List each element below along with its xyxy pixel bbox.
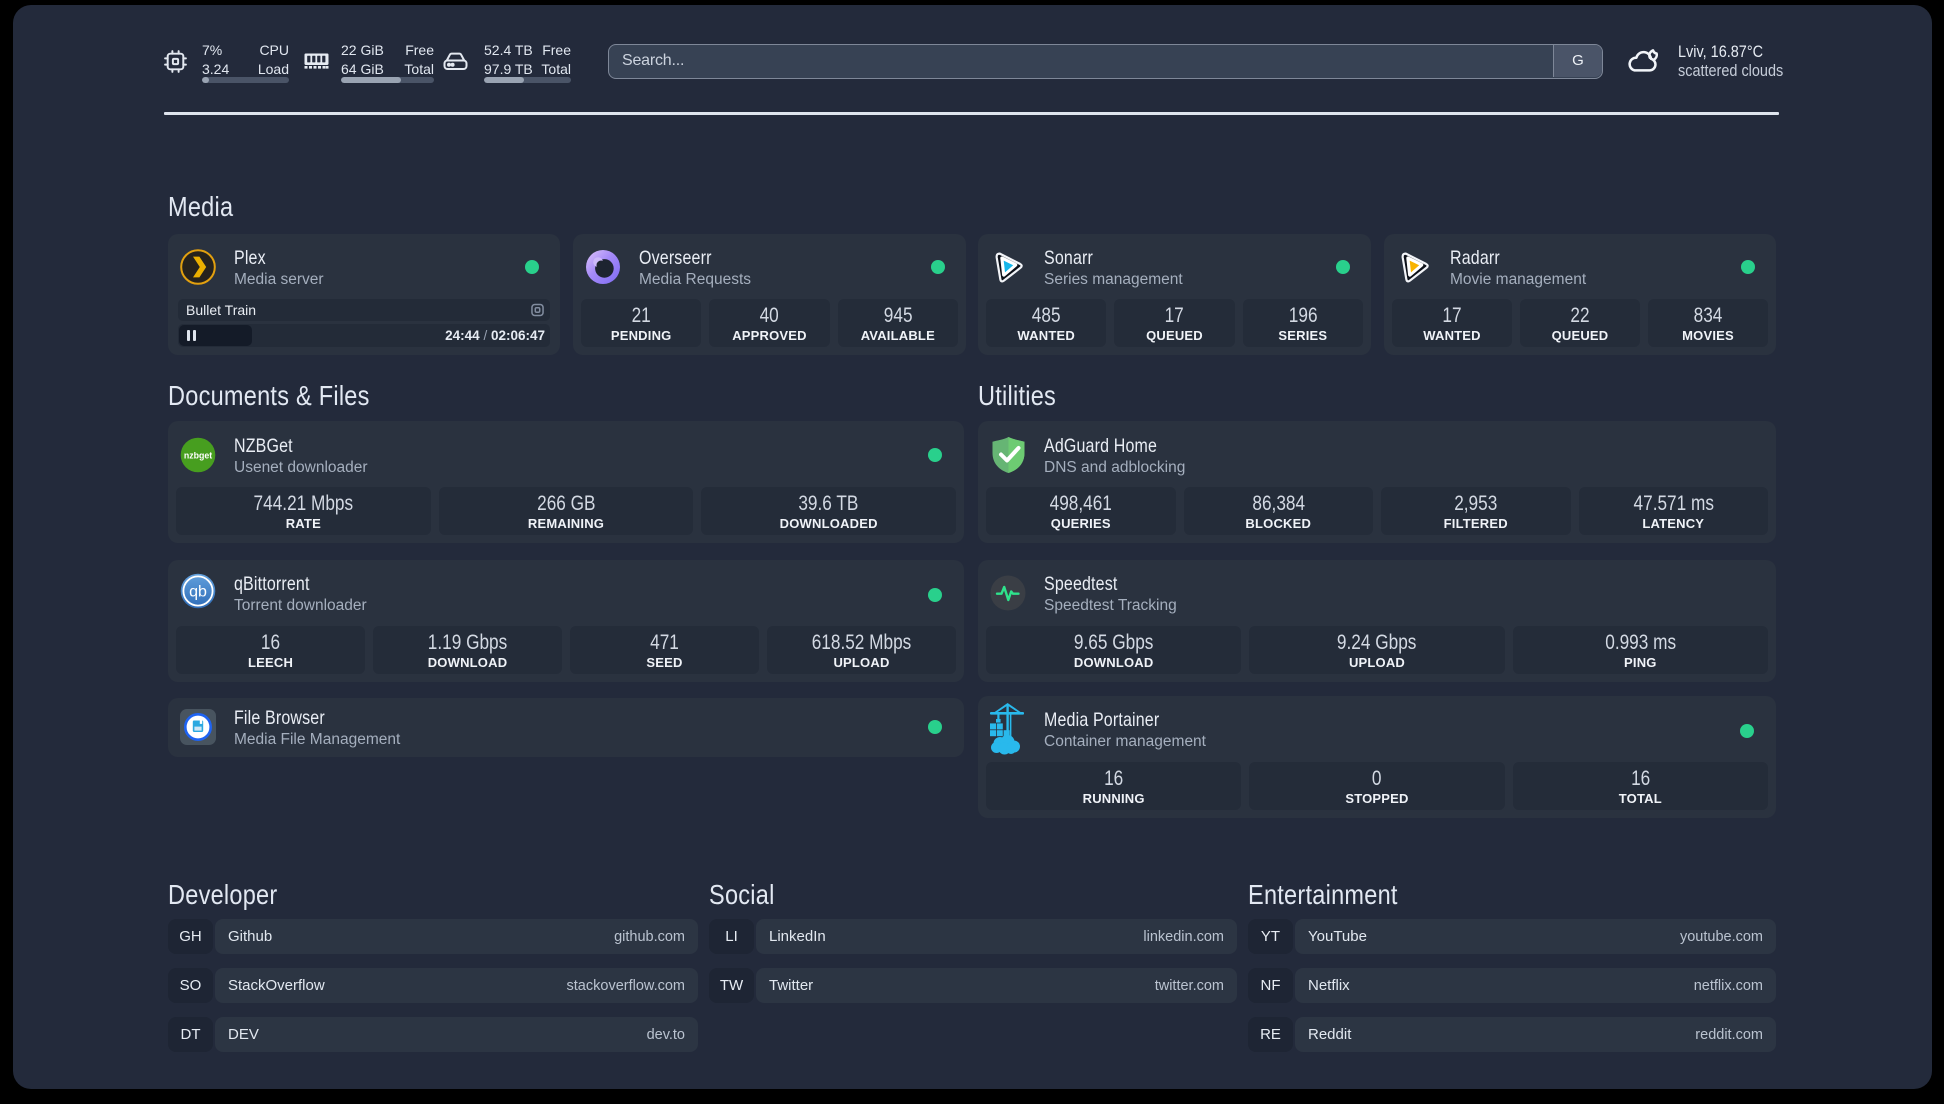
svg-text:nzbget: nzbget — [184, 450, 212, 460]
svg-text:qb: qb — [189, 584, 207, 601]
